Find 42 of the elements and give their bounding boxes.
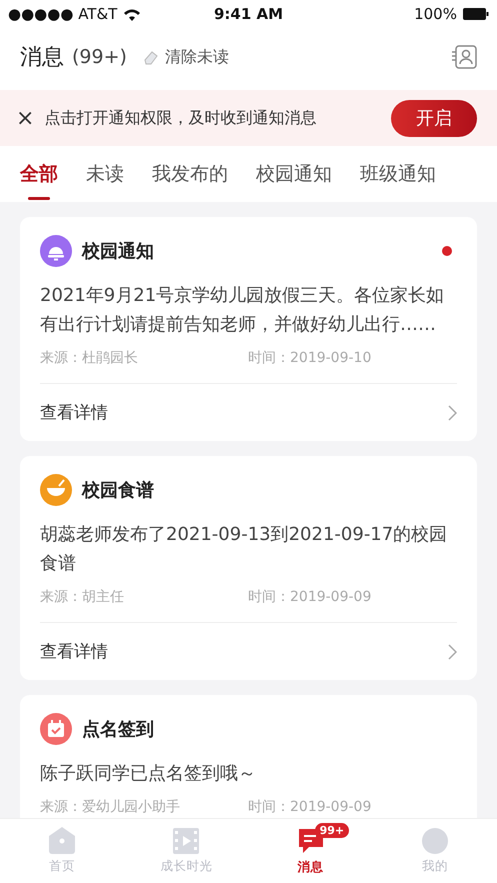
card-source: 来源：爱幼儿园小助手 bbox=[40, 798, 181, 816]
card-body: 胡蕊老师发布了2021-09-13到2021-09-17的校园食谱 bbox=[40, 523, 448, 576]
card-body: 陈子跃同学已点名签到哦～ bbox=[40, 762, 257, 786]
calendar-icon bbox=[40, 713, 72, 745]
battery-icon bbox=[462, 8, 489, 20]
carrier-name: ●●●●● AT&T bbox=[8, 5, 118, 23]
wifi-icon bbox=[123, 8, 142, 20]
card-source: 来源：胡主任 bbox=[40, 588, 125, 606]
person-icon bbox=[422, 828, 448, 854]
chevron-right-icon bbox=[448, 404, 457, 420]
card-title: 点名签到 bbox=[82, 718, 155, 741]
clear-unread-button[interactable]: 清除未读 bbox=[142, 46, 229, 68]
filter-tab[interactable]: 我发布的 bbox=[152, 146, 228, 202]
close-button[interactable]: × bbox=[16, 106, 34, 130]
unread-badge: 99+ bbox=[314, 823, 350, 838]
card-time: 时间：2019-09-09 bbox=[248, 798, 372, 816]
bowl-icon bbox=[40, 474, 72, 506]
card-body: 2021年9月21号京学幼儿园放假三天。各位家长如有出行计划请提前告知老师，并做好幼儿出行…… bbox=[40, 284, 446, 337]
notification-prompt: 点击打开通知权限，及时收到通知消息 bbox=[44, 108, 318, 128]
page-title: 消息 bbox=[20, 44, 64, 72]
filter-tab[interactable]: 全部 bbox=[20, 146, 58, 202]
filter-tab[interactable]: 校园通知 bbox=[256, 146, 332, 202]
nav-tab[interactable]: 消息 99+ bbox=[248, 819, 373, 883]
card-time: 时间：2019-09-10 bbox=[248, 349, 372, 367]
enable-button[interactable]: 开启 bbox=[391, 100, 477, 136]
card-source: 来源：杜鹃园长 bbox=[40, 349, 139, 367]
view-details-link[interactable]: 查看详情 bbox=[40, 622, 457, 680]
film-icon bbox=[173, 828, 200, 854]
status-time: 9:41 AM bbox=[214, 5, 284, 23]
message-count: (99+) bbox=[72, 46, 127, 68]
battery-percent: 100% bbox=[414, 5, 457, 23]
filter-tab[interactable]: 未读 bbox=[86, 146, 124, 202]
contacts-icon[interactable] bbox=[451, 45, 477, 69]
eraser-icon bbox=[142, 50, 160, 64]
view-details-link[interactable]: 查看详情 bbox=[40, 383, 457, 441]
card-title: 校园通知 bbox=[82, 240, 155, 263]
chevron-right-icon bbox=[448, 644, 457, 660]
card-time: 时间：2019-09-09 bbox=[248, 588, 372, 606]
card-title: 校园食谱 bbox=[82, 479, 155, 502]
bell-icon bbox=[40, 235, 72, 267]
filter-tab[interactable]: 班级通知 bbox=[360, 146, 436, 202]
home-icon bbox=[49, 827, 76, 854]
